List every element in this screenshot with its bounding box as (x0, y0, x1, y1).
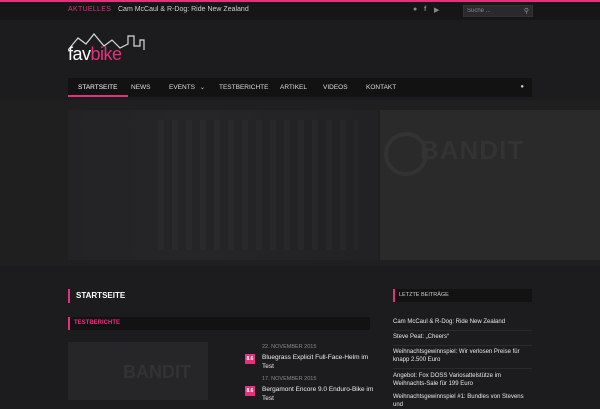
nav-item-news[interactable]: NEWS (121, 78, 161, 97)
nav-item-artikel[interactable]: ARTIKEL (270, 78, 317, 97)
post-title[interactable]: Bergamont Encore 9.0 Enduro-Bike im Test (262, 385, 377, 403)
logo-fav: fav (68, 44, 91, 64)
youtube-icon[interactable]: ▶ (434, 6, 439, 14)
recent-post-link[interactable]: Steve Peat: „Cheers“ (393, 333, 533, 341)
divider (393, 345, 532, 346)
news-ticker-label: AKTUELLES (68, 6, 112, 13)
recent-post-link[interactable]: Cam McCaul & R-Dog: Ride New Zealand (393, 318, 533, 326)
search-input[interactable] (467, 6, 521, 16)
featured-image-text: BANDIT (123, 362, 191, 382)
category-label: TESTBERICHTE (74, 320, 121, 326)
nav-item-kontakt[interactable]: KONTAKT (356, 78, 406, 97)
logo-bike: bike (90, 44, 123, 64)
top-bar: AKTUELLES Cam McCaul & R-Dog: Ride New Z… (0, 0, 600, 20)
divider (393, 368, 532, 369)
search-icon[interactable]: ⚲ (524, 7, 529, 15)
recent-post-link[interactable]: Weihnachtsgewinnspiel: Wir verlosen Prei… (393, 348, 533, 364)
news-ticker-headline[interactable]: Cam McCaul & R-Dog: Ride New Zealand (118, 6, 249, 13)
hero-slide-main[interactable] (68, 110, 378, 260)
hero-slide-side[interactable]: BANDIT (380, 110, 600, 260)
rss-icon[interactable]: ● (413, 6, 417, 13)
logo-wordmark: favbike (68, 44, 122, 65)
post-date: 17. NOVEMBER 2015 (262, 376, 317, 382)
nav-item-events-label: EVENTS (169, 84, 196, 91)
sidebar-heading: LETZTE BEITRÄGE (393, 289, 532, 302)
main-nav: STARTSEITE NEWS EVENTS ⌄ TESTBERICHTE AR… (68, 78, 532, 97)
recent-post-link[interactable]: Weihnachtsgewinnspiel #1: Bundles von St… (393, 393, 533, 409)
nav-item-startseite[interactable]: STARTSEITE (68, 78, 128, 97)
post-title[interactable]: Bluegrass Explicit Full-Face-Helm im Tes… (262, 353, 377, 371)
hero-slide-image (158, 120, 358, 250)
facebook-icon[interactable]: f (424, 6, 426, 13)
user-icon[interactable]: ● (520, 84, 524, 90)
featured-post-image[interactable]: BANDIT (68, 342, 208, 400)
site-logo[interactable]: favbike (68, 30, 148, 70)
divider (393, 330, 532, 331)
hero-slider: BANDIT (0, 100, 600, 266)
nav-item-events[interactable]: EVENTS ⌄ (159, 78, 215, 97)
chevron-down-icon: ⌄ (199, 85, 205, 91)
page-title: STARTSEITE (68, 289, 125, 303)
rating-badge: 8.6 (245, 354, 255, 364)
rating-badge: 8.6 (245, 386, 255, 396)
search-box: ⚲ (463, 5, 533, 17)
nav-item-testberichte[interactable]: TESTBERICHTE (209, 78, 278, 97)
hero-banner-text: BANDIT (420, 135, 525, 165)
category-header[interactable]: TESTBERICHTE (68, 317, 370, 330)
post-date: 22. NOVEMBER 2015 (262, 344, 317, 350)
nav-item-videos[interactable]: VIDEOS (313, 78, 358, 97)
recent-post-link[interactable]: Angebot: Fox DOSS Variosattelstütze im W… (393, 372, 533, 388)
sidebar-heading-label: LETZTE BEITRÄGE (399, 292, 449, 298)
